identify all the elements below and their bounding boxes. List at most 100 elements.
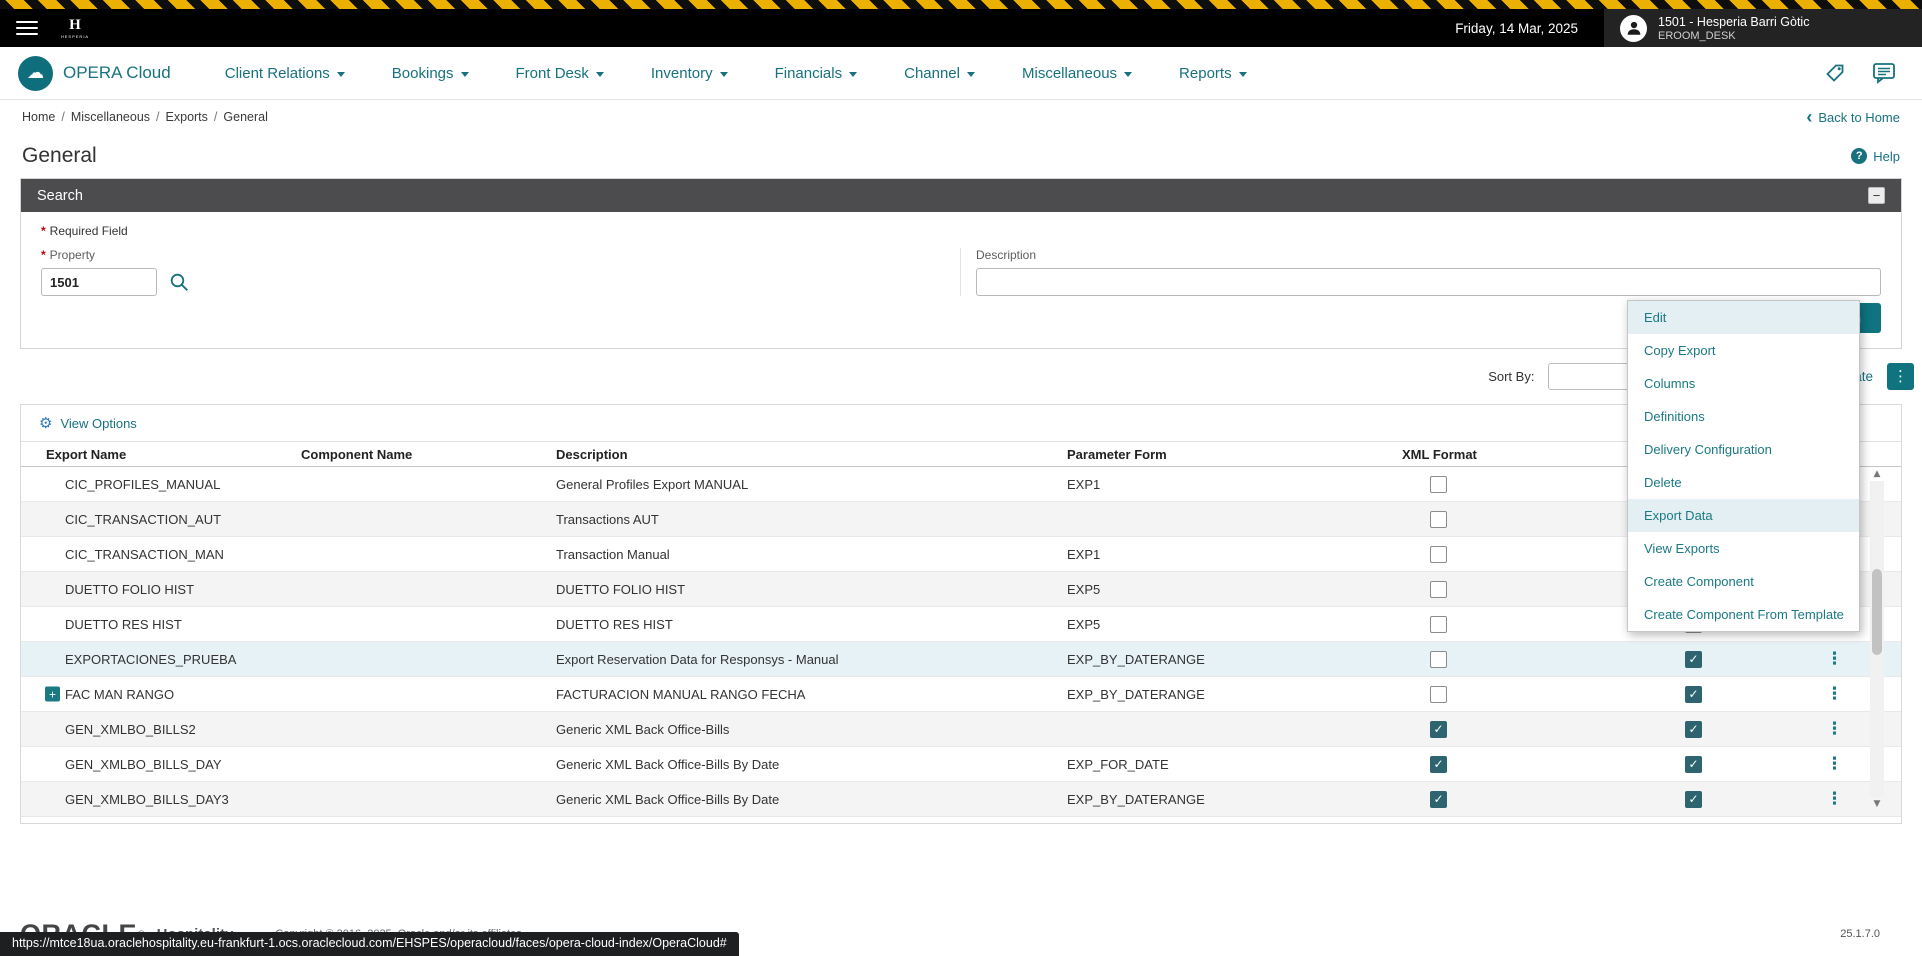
xml-format-checkbox[interactable] (1430, 616, 1447, 633)
parameter-form: EXP_FOR_DATE (1067, 757, 1402, 772)
row-actions-kebab-icon[interactable]: ⋮ (1826, 789, 1843, 809)
xml-format-checkbox[interactable] (1430, 756, 1447, 773)
collapse-panel-button[interactable]: − (1868, 187, 1885, 204)
xml-format-checkbox[interactable] (1430, 581, 1447, 598)
xml-format-checkbox[interactable] (1430, 651, 1447, 668)
xml-format-checkbox[interactable] (1430, 686, 1447, 703)
description: DUETTO FOLIO HIST (556, 582, 1067, 597)
export-name: CIC_TRANSACTION_AUT (65, 512, 221, 527)
table-row[interactable]: DUETTO RES HIST DUETTO RES HIST EXP5 ⋮ (21, 607, 1901, 642)
table-row[interactable]: CIC_PROFILES_MANUAL General Profiles Exp… (21, 467, 1901, 502)
row-actions-kebab-icon[interactable]: ⋮ (1826, 719, 1843, 739)
col6-checkbox[interactable] (1685, 756, 1702, 773)
table-row[interactable]: GEN_XMLBO_BILLS_DAY3 Generic XML Back Of… (21, 782, 1901, 817)
export-name: CIC_PROFILES_MANUAL (65, 477, 220, 492)
scrollbar-thumb[interactable] (1872, 569, 1882, 655)
col6-checkbox[interactable] (1685, 721, 1702, 738)
chevron-down-icon (596, 72, 604, 77)
export-name: DUETTO RES HIST (65, 617, 182, 632)
col-xml-format: XML Format (1402, 447, 1641, 462)
menu-item-copy-export[interactable]: Copy Export (1628, 334, 1859, 367)
table-row[interactable]: CIC_TRANSACTION_AUT Transactions AUT ⋮ (21, 502, 1901, 537)
user-property: 1501 - Hesperia Barri Gòtic (1658, 15, 1809, 29)
xml-format-checkbox[interactable] (1430, 511, 1447, 528)
gear-icon[interactable]: ⚙ (39, 414, 52, 432)
help-link[interactable]: ? Help (1851, 148, 1900, 164)
nav-client-relations[interactable]: Client Relations (225, 65, 345, 82)
col6-checkbox[interactable] (1685, 791, 1702, 808)
property-input[interactable] (41, 268, 157, 296)
scroll-down-icon[interactable]: ▼ (1874, 797, 1881, 811)
export-name: GEN_XMLBO_BILLS_DAY3 (65, 792, 229, 807)
table-row[interactable]: GEN_XMLBO_BILLS2 Generic XML Back Office… (21, 712, 1901, 747)
table-row[interactable]: CIC_TRANSACTION_MAN Transaction Manual E… (21, 537, 1901, 572)
table-row[interactable]: EXPORTACIONES_PRUEBA Export Reservation … (21, 642, 1901, 677)
menu-item-delete[interactable]: Delete (1628, 466, 1859, 499)
menu-item-create-component[interactable]: Create Component (1628, 565, 1859, 598)
menu-item-view-exports[interactable]: View Exports (1628, 532, 1859, 565)
xml-format-checkbox[interactable] (1430, 546, 1447, 563)
chevron-down-icon (461, 72, 469, 77)
cloud-logo-icon: ☁ (18, 56, 53, 91)
row-actions-kebab-icon[interactable]: ⋮ (1826, 684, 1843, 704)
table-body: CIC_PROFILES_MANUAL General Profiles Exp… (21, 467, 1901, 817)
scroll-up-icon[interactable]: ▲ (1874, 467, 1881, 481)
hesperia-logo-text: HESPERIA (54, 35, 96, 39)
breadcrumb-miscellaneous[interactable]: Miscellaneous (71, 110, 166, 124)
message-icon[interactable] (1872, 62, 1896, 84)
menu-item-export-data[interactable]: Export Data (1628, 499, 1859, 532)
table-row[interactable]: DUETTO FOLIO HIST DUETTO FOLIO HIST EXP5… (21, 572, 1901, 607)
parameter-form: EXP5 (1067, 617, 1402, 632)
menu-item-delivery-configuration[interactable]: Delivery Configuration (1628, 433, 1859, 466)
parameter-form: EXP_BY_DATERANGE (1067, 652, 1402, 667)
table-row[interactable]: FAC MAN RANGO FACTURACION MANUAL RANGO F… (21, 677, 1901, 712)
nav-financials[interactable]: Financials (775, 65, 858, 82)
menu-item-definitions[interactable]: Definitions (1628, 400, 1859, 433)
menu-item-edit[interactable]: Edit (1628, 301, 1859, 334)
back-to-home-link[interactable]: ‹ Back to Home (1806, 108, 1900, 126)
expand-icon[interactable] (45, 687, 60, 702)
chevron-down-icon (1239, 72, 1247, 77)
xml-format-checkbox[interactable] (1430, 791, 1447, 808)
description: Generic XML Back Office-Bills By Date (556, 757, 1067, 772)
nav-front-desk[interactable]: Front Desk (516, 65, 604, 82)
col6-checkbox[interactable] (1685, 651, 1702, 668)
hamburger-menu-icon[interactable] (16, 21, 38, 35)
main-navbar: ☁ OPERA Cloud Client Relations Bookings … (0, 47, 1922, 100)
sort-by-label: Sort By: (1488, 369, 1534, 384)
menu-item-columns[interactable]: Columns (1628, 367, 1859, 400)
nav-inventory[interactable]: Inventory (651, 65, 728, 82)
panel-actions-kebab-button[interactable]: ⋮ (1887, 363, 1914, 390)
opera-cloud-brand[interactable]: ☁ OPERA Cloud (18, 56, 171, 91)
current-date: Friday, 14 Mar, 2025 (1455, 21, 1578, 36)
menu-item-create-component-from-template[interactable]: Create Component From Template (1628, 598, 1859, 631)
parameter-form: EXP_BY_DATERANGE (1067, 792, 1402, 807)
description: Generic XML Back Office-Bills By Date (556, 792, 1067, 807)
breadcrumb-exports[interactable]: Exports (166, 110, 224, 124)
table-scrollbar[interactable]: ▲ ▼ (1870, 467, 1884, 811)
description: DUETTO RES HIST (556, 617, 1067, 632)
row-actions-kebab-icon[interactable]: ⋮ (1826, 754, 1843, 774)
parameter-form: EXP5 (1067, 582, 1402, 597)
description: Generic XML Back Office-Bills (556, 722, 1067, 737)
nav-bookings[interactable]: Bookings (392, 65, 469, 82)
brand-label: OPERA Cloud (63, 63, 171, 83)
user-avatar-icon (1620, 15, 1647, 42)
nav-reports[interactable]: Reports (1179, 65, 1247, 82)
tag-icon[interactable] (1824, 62, 1846, 84)
xml-format-checkbox[interactable] (1430, 476, 1447, 493)
description: Transactions AUT (556, 512, 1067, 527)
nav-miscellaneous[interactable]: Miscellaneous (1022, 65, 1132, 82)
xml-format-checkbox[interactable] (1430, 721, 1447, 738)
table-row[interactable]: GEN_XMLBO_BILLS_DAY Generic XML Back Off… (21, 747, 1901, 782)
col6-checkbox[interactable] (1685, 686, 1702, 703)
description-input[interactable] (976, 268, 1881, 296)
export-name: CIC_TRANSACTION_MAN (65, 547, 224, 562)
nav-channel[interactable]: Channel (904, 65, 975, 82)
user-panel[interactable]: 1501 - Hesperia Barri Gòtic EROOM_DESK (1604, 9, 1922, 47)
view-options-link[interactable]: View Options (60, 416, 136, 431)
description: FACTURACION MANUAL RANGO FECHA (556, 687, 1067, 702)
row-actions-kebab-icon[interactable]: ⋮ (1826, 649, 1843, 669)
search-magnifier-icon[interactable] (169, 272, 190, 293)
breadcrumb-home[interactable]: Home (22, 110, 71, 124)
